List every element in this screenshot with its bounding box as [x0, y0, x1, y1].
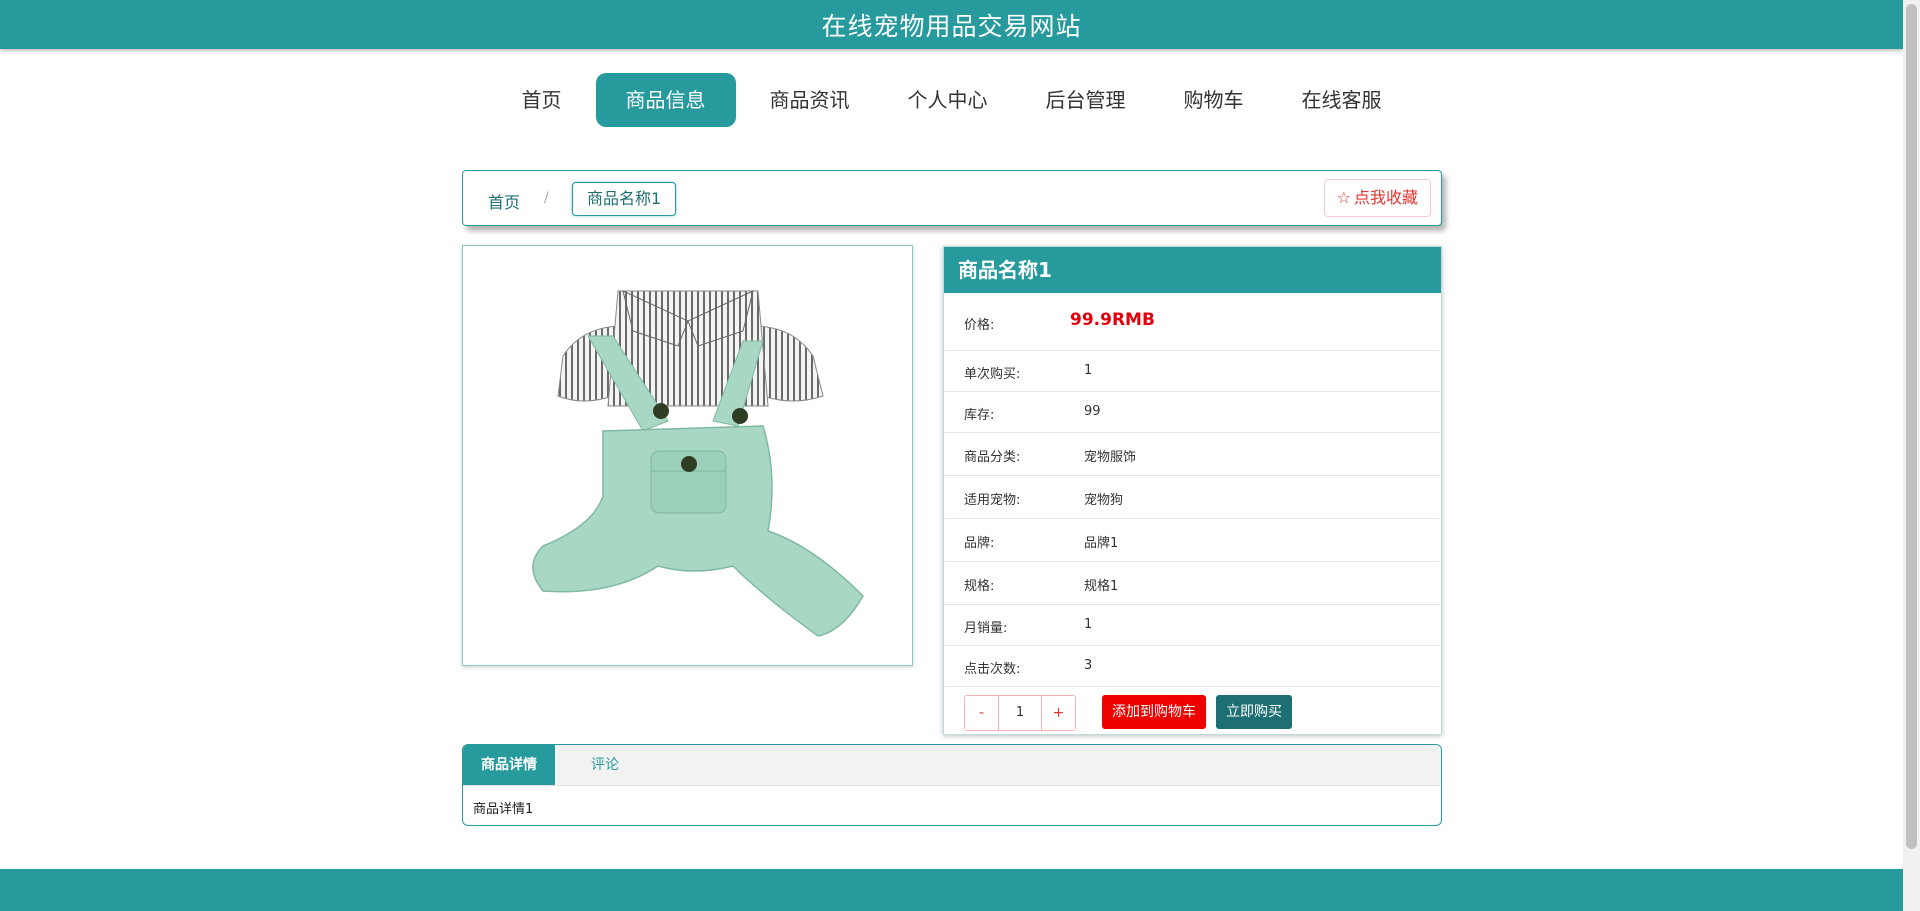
nav-item-support[interactable]: 在线客服: [1278, 73, 1406, 127]
purchase-actions: - 1 + 添加到购物车 立即购买: [944, 687, 1441, 737]
page-scrollbar[interactable]: [1903, 0, 1920, 911]
pet-row: 适用宠物: 宠物狗: [944, 476, 1441, 519]
price-row: 价格: 99.9RMB: [944, 293, 1441, 351]
monthly-sales-value: 1: [1084, 617, 1093, 632]
product-image: [462, 245, 913, 666]
single-buy-label: 单次购买:: [964, 367, 1021, 382]
brand-value: 品牌1: [1084, 536, 1119, 551]
monthly-sales-row: 月销量: 1: [944, 605, 1441, 646]
scrollbar-thumb[interactable]: [1906, 4, 1917, 849]
product-name: 商品名称1: [944, 247, 1441, 293]
spec-label: 规格:: [964, 579, 995, 594]
favorite-button[interactable]: ☆ 点我收藏: [1323, 179, 1431, 217]
tab-content: 商品详情1: [473, 802, 534, 817]
tab-details[interactable]: 商品详情: [463, 745, 555, 785]
clicks-row: 点击次数: 3: [944, 646, 1441, 687]
stock-label: 库存:: [964, 408, 995, 423]
tab-comments[interactable]: 评论: [555, 745, 655, 785]
breadcrumb: 首页 / 商品名称1 ☆ 点我收藏: [462, 170, 1442, 226]
nav-item-news[interactable]: 商品资讯: [746, 73, 874, 127]
clicks-value: 3: [1084, 658, 1093, 673]
brand-label: 品牌:: [964, 536, 995, 551]
category-value: 宠物服饰: [1084, 450, 1137, 465]
stock-row: 库存: 99: [944, 392, 1441, 433]
pet-label: 适用宠物:: [964, 493, 1021, 508]
nav-item-cart[interactable]: 购物车: [1160, 73, 1268, 127]
breadcrumb-separator: /: [544, 190, 549, 206]
star-outline-icon: ☆: [1336, 188, 1351, 207]
quantity-stepper: - 1 +: [964, 695, 1076, 731]
nav-item-home[interactable]: 首页: [498, 73, 586, 127]
category-row: 商品分类: 宠物服饰: [944, 433, 1441, 476]
pet-value: 宠物狗: [1084, 493, 1124, 508]
site-footer: [0, 869, 1903, 911]
tabs-header: 商品详情 评论: [463, 745, 1441, 786]
spec-value: 规格1: [1084, 579, 1119, 594]
nav-item-products[interactable]: 商品信息: [595, 73, 736, 127]
product-tabs: 商品详情 评论 商品详情1: [462, 744, 1442, 826]
site-title: 在线宠物用品交易网站: [821, 11, 1082, 41]
main-nav: 首页 商品信息 商品资讯 个人中心 后台管理 购物车 在线客服: [0, 73, 1903, 127]
product-info-panel: 商品名称1 价格: 99.9RMB 单次购买: 1 库存: 99 商品分类: 宠…: [943, 246, 1442, 735]
price-label: 价格:: [964, 318, 995, 333]
quantity-input[interactable]: 1: [998, 696, 1042, 730]
spec-row: 规格: 规格1: [944, 562, 1441, 605]
stock-value: 99: [1084, 404, 1101, 419]
clicks-label: 点击次数:: [964, 662, 1021, 677]
quantity-plus-button[interactable]: +: [1042, 696, 1075, 730]
breadcrumb-home-link[interactable]: 首页: [488, 189, 520, 213]
add-to-cart-button[interactable]: 添加到购物车: [1102, 695, 1206, 729]
single-buy-value: 1: [1084, 363, 1093, 378]
site-header: 在线宠物用品交易网站: [0, 0, 1903, 49]
nav-item-admin[interactable]: 后台管理: [1022, 73, 1150, 127]
brand-row: 品牌: 品牌1: [944, 519, 1441, 562]
monthly-sales-label: 月销量:: [964, 621, 1008, 636]
nav-item-profile[interactable]: 个人中心: [884, 73, 1012, 127]
single-buy-row: 单次购买: 1: [944, 351, 1441, 392]
favorite-label: 点我收藏: [1353, 188, 1418, 207]
category-label: 商品分类:: [964, 450, 1021, 465]
price-value: 99.9RMB: [1070, 310, 1155, 330]
buy-now-button[interactable]: 立即购买: [1216, 695, 1292, 729]
pet-overalls-image: [532, 290, 864, 637]
breadcrumb-current[interactable]: 商品名称1: [572, 182, 677, 216]
quantity-minus-button[interactable]: -: [965, 696, 998, 730]
